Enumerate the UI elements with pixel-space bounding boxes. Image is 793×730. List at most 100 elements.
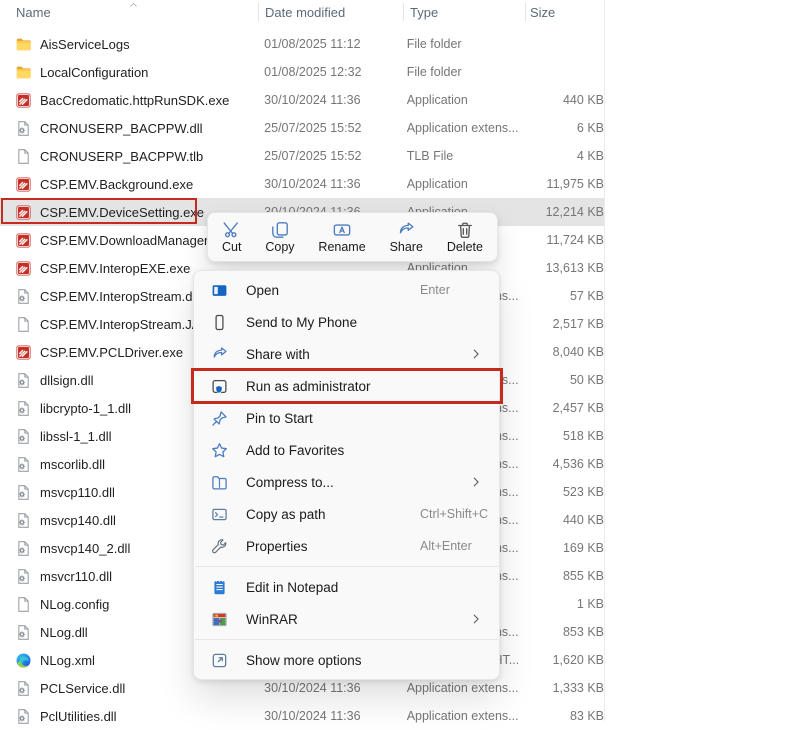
toolbar-action[interactable]: Share [390,221,423,254]
context-menu-item[interactable]: Open Enter [198,274,495,306]
file-size: 6 KB [518,121,604,135]
context-menu-item[interactable]: Share with [198,338,495,370]
dll-icon [15,400,32,417]
column-header-row: Name Date modified Type Size [0,0,604,28]
file-row[interactable]: CRONUSERP_BACPPW.dll 25/07/2025 15:52 Ap… [0,114,604,142]
menu-item-label: Run as administrator [246,379,371,394]
column-divider[interactable] [258,3,259,21]
file-size: 1,333 KB [518,681,604,695]
context-menu-item[interactable]: Show more options [198,644,495,676]
file-date-modified: 30/10/2024 11:36 [255,93,407,107]
file-size: 12,214 KB [518,205,604,219]
context-menu-item[interactable]: Compress to... [198,466,495,498]
file-type: File folder [407,37,519,51]
context-menu-toolbar: Cut Copy Rename Share Delete [207,212,498,262]
star-icon [211,442,228,459]
toolbar-action[interactable]: Cut [222,221,241,254]
file-name: BacCredomatic.httpRunSDK.exe [40,93,229,108]
dll-icon [15,288,32,305]
context-menu-item[interactable]: Properties Alt+Enter [198,530,495,562]
file-type: Application extens... [407,681,519,695]
file-size: 853 KB [518,625,604,639]
file-name: libssl-1_1.dll [40,429,112,444]
toolbar-action-label: Cut [222,240,241,254]
column-header-name[interactable]: Name [16,5,51,20]
file-date-modified: 30/10/2024 11:36 [255,681,407,695]
file-size: 4,536 KB [518,457,604,471]
folder-icon [15,36,32,53]
dll-icon [15,708,32,725]
dll-icon [15,680,32,697]
file-name: msvcp140_2.dll [40,541,130,556]
application-icon [15,232,32,249]
column-divider[interactable] [525,3,526,21]
context-menu-item[interactable]: Run as administrator [198,370,495,402]
context-menu-item[interactable]: Edit in Notepad [198,571,495,603]
toolbar-action[interactable]: Rename [318,221,365,254]
open-icon [211,282,228,299]
menu-item-label: Open [246,283,279,298]
menu-item-label: Properties [246,539,308,554]
file-name: msvcr110.dll [40,569,112,584]
file-row[interactable]: AisServiceLogs 01/08/2025 11:12 File fol… [0,30,604,58]
file-date-modified: 25/07/2025 15:52 [255,121,407,135]
file-name: AisServiceLogs [40,37,130,52]
sort-ascending-icon [127,0,140,10]
application-icon [15,92,32,109]
copy-path-icon [211,506,228,523]
chevron-right-icon [469,612,483,626]
file-row[interactable]: CSP.EMV.Background.exe 30/10/2024 11:36 … [0,170,604,198]
column-divider[interactable] [403,3,404,21]
file-size: 13,613 KB [518,261,604,275]
chevron-right-icon [469,475,483,489]
file-date-modified: 30/10/2024 11:36 [255,177,407,191]
file-date-modified: 01/08/2025 12:32 [255,65,407,79]
column-header-size[interactable]: Size [530,5,555,20]
column-header-type[interactable]: Type [410,5,438,20]
toolbar-action[interactable]: Copy [265,221,294,254]
context-menu: Open Enter Send to My Phone Share with [193,270,500,680]
list-right-border [604,0,605,721]
file-row[interactable]: CRONUSERP_BACPPW.tlb 25/07/2025 15:52 TL… [0,142,604,170]
dll-icon [15,624,32,641]
context-menu-item[interactable]: Add to Favorites [198,434,495,466]
menu-item-label: Add to Favorites [246,443,344,458]
file-row[interactable]: PclUtilities.dll 30/10/2024 11:36 Applic… [0,702,604,730]
file-size: 169 KB [518,541,604,555]
edge-icon [15,652,32,669]
zip-folder-icon [211,474,228,491]
file-name: mscorlib.dll [40,457,105,472]
file-name: dllsign.dll [40,373,93,388]
context-menu-item[interactable]: Send to My Phone [198,306,495,338]
copy-icon [271,221,289,239]
file-icon [15,148,32,165]
toolbar-action[interactable]: Delete [447,221,483,254]
application-icon [15,176,32,193]
file-row[interactable]: BacCredomatic.httpRunSDK.exe 30/10/2024 … [0,86,604,114]
winrar-icon [211,611,228,628]
file-name: CRONUSERP_BACPPW.tlb [40,149,203,164]
file-name: msvcp110.dll [40,485,115,500]
file-type: Application [407,93,519,107]
menu-item-label: Edit in Notepad [246,580,338,595]
menu-item-label: WinRAR [246,612,298,627]
file-explorer-window: Name Date modified Type Size AisServiceL… [0,0,793,721]
context-menu-item[interactable]: Copy as path Ctrl+Shift+C [198,498,495,530]
application-icon [15,260,32,277]
menu-item-shortcut: Ctrl+Shift+C [420,507,488,521]
file-row[interactable]: LocalConfiguration 01/08/2025 12:32 File… [0,58,604,86]
column-header-date-modified[interactable]: Date modified [265,5,345,20]
file-size: 11,975 KB [518,177,604,191]
trash-icon [456,221,474,239]
file-size: 2,457 KB [518,401,604,415]
dll-icon [15,568,32,585]
chevron-right-icon [469,347,483,361]
share-icon [397,221,415,239]
context-menu-item[interactable]: Pin to Start [198,402,495,434]
file-name: CSP.EMV.InteropEXE.exe [40,261,190,276]
menu-separator [195,566,498,567]
context-menu-item[interactable]: WinRAR [198,603,495,635]
file-icon [15,596,32,613]
folder-icon [15,64,32,81]
share-with-icon [211,346,228,363]
